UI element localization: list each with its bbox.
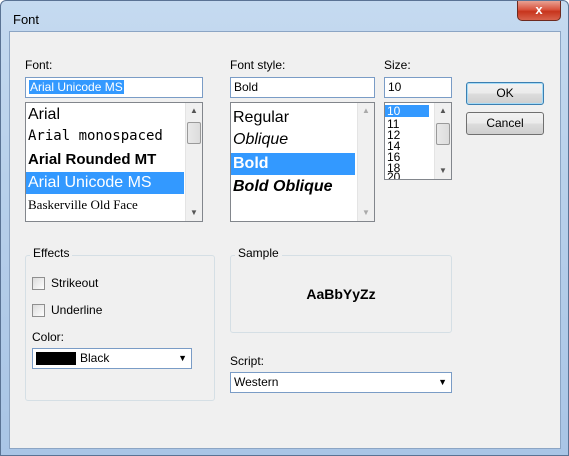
close-button[interactable]: x: [517, 1, 561, 21]
color-label: Color:: [32, 330, 65, 344]
font-style-input[interactable]: Bold: [230, 77, 375, 98]
scroll-thumb[interactable]: [187, 122, 201, 144]
color-select[interactable]: Black ▼: [32, 348, 192, 369]
font-list-item[interactable]: Arial monospaced: [26, 128, 163, 144]
script-label: Script:: [230, 354, 265, 368]
scroll-up-arrow-icon[interactable]: ▲: [186, 103, 202, 119]
scroll-up-arrow-icon[interactable]: ▲: [435, 103, 451, 119]
style-list-item[interactable]: Oblique: [231, 131, 288, 149]
font-list-item[interactable]: Arial Rounded MT: [26, 151, 156, 168]
color-value: Black: [80, 351, 110, 365]
font-list-item-selected[interactable]: Arial Unicode MS: [26, 172, 184, 194]
sample-group-title: Sample: [235, 246, 282, 260]
chevron-down-icon: ▼: [178, 353, 187, 363]
style-list-item[interactable]: Regular: [231, 109, 289, 127]
font-name-value: Arial Unicode MS: [29, 80, 124, 94]
size-list-scrollbar[interactable]: ▲ ▼: [434, 103, 451, 179]
style-list-item[interactable]: Bold Oblique: [231, 178, 333, 196]
color-swatch: [36, 352, 76, 365]
scroll-down-arrow-icon[interactable]: ▼: [435, 163, 451, 179]
strikeout-label[interactable]: Strikeout: [51, 276, 98, 290]
style-list-item-selected[interactable]: Bold: [231, 153, 355, 175]
scroll-down-arrow-icon[interactable]: ▼: [358, 205, 374, 221]
underline-checkbox[interactable]: [32, 304, 45, 317]
font-name-input[interactable]: Arial Unicode MS: [25, 77, 203, 98]
font-list-scrollbar[interactable]: ▲ ▼: [185, 103, 202, 221]
window-title: Font: [13, 12, 40, 27]
font-style-label: Font style:: [230, 58, 286, 72]
font-list[interactable]: Arial Arial monospaced Arial Rounded MT …: [25, 102, 203, 222]
dialog-client-area: Font: Arial Unicode MS Arial Arial monos…: [9, 31, 561, 449]
size-list[interactable]: 10 11 12 14 16 18 20 ▲ ▼: [384, 102, 452, 180]
script-value: Western: [234, 375, 279, 389]
ok-button[interactable]: OK: [466, 82, 544, 105]
close-icon: x: [535, 2, 543, 17]
size-label: Size:: [384, 58, 411, 72]
font-list-item[interactable]: Baskerville Old Face: [26, 197, 138, 213]
font-dialog-window: Font x Font: Arial Unicode MS Arial Aria…: [0, 0, 569, 456]
scroll-thumb[interactable]: [436, 123, 450, 145]
cancel-button[interactable]: Cancel: [466, 112, 544, 135]
font-style-list[interactable]: Regular Oblique Bold Bold Oblique ▲ ▼: [230, 102, 375, 222]
chevron-down-icon: ▼: [438, 377, 447, 387]
scroll-up-arrow-icon[interactable]: ▲: [358, 103, 374, 119]
font-label: Font:: [25, 58, 53, 72]
sample-text: AaBbYyZz: [306, 286, 376, 302]
scroll-down-arrow-icon[interactable]: ▼: [186, 205, 202, 221]
size-list-item[interactable]: 20: [385, 171, 400, 179]
font-list-item[interactable]: Arial: [26, 106, 60, 124]
title-bar[interactable]: Font x: [1, 1, 568, 35]
size-input[interactable]: 10: [384, 77, 452, 98]
script-select[interactable]: Western ▼: [230, 372, 452, 393]
underline-label[interactable]: Underline: [51, 303, 102, 317]
font-style-scrollbar[interactable]: ▲ ▼: [357, 103, 374, 221]
effects-group-title: Effects: [30, 246, 73, 260]
strikeout-checkbox[interactable]: [32, 277, 45, 290]
size-list-item-selected[interactable]: 10: [385, 105, 429, 117]
